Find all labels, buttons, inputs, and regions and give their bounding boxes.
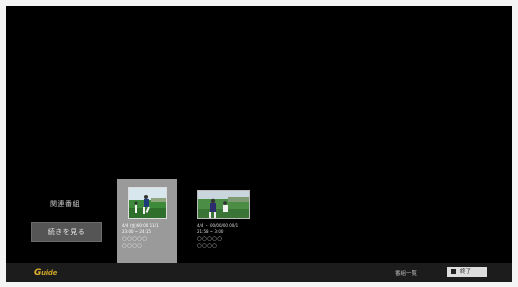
end-button[interactable]: 終了 (447, 267, 487, 277)
description-line-1: ○○○○○ (122, 236, 148, 242)
description-line-2: ○○○○ (197, 243, 218, 249)
bottom-bar: Guide 番組一覧 終了 (6, 263, 512, 282)
program-description: ○○○○○ ○○○○ (122, 236, 162, 250)
program-list-label[interactable]: 番組一覧 (395, 269, 417, 277)
stop-square-icon (451, 268, 456, 274)
program-card-1[interactable]: 4/4 (金)00:00 11/1 23:00 ~ 24:15 ○○○○○ ○○… (117, 179, 177, 265)
program-thumbnail (128, 187, 167, 219)
app-logo: Guide (34, 268, 57, 278)
description-line-2: ○○○○ (122, 243, 143, 249)
program-thumbnail (197, 190, 250, 219)
continue-watching-button[interactable]: 続きを見る (31, 222, 102, 242)
program-time: 23:00 ~ 24:15 (122, 228, 151, 234)
video-screen: 関連番組 続きを見る 4/4 (金)00:00 11/1 23:00 ~ 24:… (6, 6, 512, 282)
program-card-2[interactable]: 4/4 ・ 00/00/00 00/1 21:58 ~ 3:00 ○○○○○ ○… (196, 179, 256, 265)
program-description: ○○○○○ ○○○○ (197, 236, 237, 250)
logo-text: uide (41, 269, 58, 277)
program-meta: 4/4 ・ 00/00/00 00/1 21:58 ~ 3:00 (197, 223, 254, 234)
program-meta: 4/4 (金)00:00 11/1 23:00 ~ 24:15 (122, 223, 175, 234)
related-programs-title: 関連番組 (50, 200, 80, 208)
description-line-1: ○○○○○ (197, 236, 223, 242)
program-time: 21:58 ~ 3:00 (197, 228, 224, 234)
end-button-label: 終了 (460, 269, 472, 275)
